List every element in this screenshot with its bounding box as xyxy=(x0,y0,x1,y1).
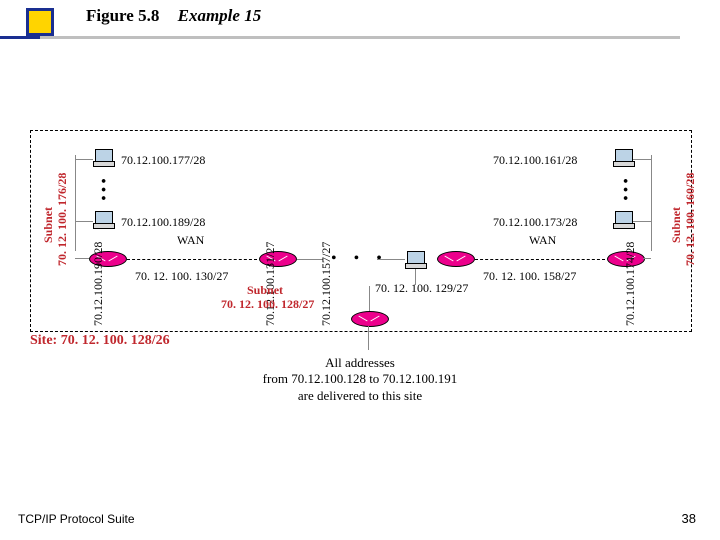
link xyxy=(75,159,93,160)
right-subnet-addr: 70. 12. 100. 160/28 xyxy=(683,173,698,266)
title-bullet-icon xyxy=(26,8,54,36)
wan-label-right: WAN xyxy=(529,233,556,248)
figure-number: Figure 5.8 xyxy=(86,6,159,25)
wan-link-right xyxy=(475,259,605,260)
router3-if-right: 70. 12. 100. 158/27 xyxy=(483,269,576,284)
wan-label-left: WAN xyxy=(177,233,204,248)
site-uplink xyxy=(368,326,369,350)
host-left-bottom: 70.12.100.189/28 xyxy=(121,215,205,230)
left-subnet-addr: 70. 12. 100. 176/28 xyxy=(55,173,70,266)
caption-line1: All addresses xyxy=(325,355,395,370)
center-subnet-addr: 70. 12. 100. 128/27 xyxy=(221,297,314,312)
left-lan-bus xyxy=(75,155,76,251)
example-number: Example 15 xyxy=(164,6,262,25)
right-subnet-name: Subnet xyxy=(669,207,684,243)
delivery-caption: All addresses from 70.12.100.128 to 70.1… xyxy=(0,355,720,404)
router2-if-left: 70. 12. 100. 130/27 xyxy=(135,269,228,284)
center-if-right: 70. 12. 100. 129/27 xyxy=(375,281,468,296)
pc-center xyxy=(405,251,425,269)
pc-right-bottom xyxy=(613,211,633,229)
link xyxy=(633,221,651,222)
pc-right-top xyxy=(613,149,633,167)
host-left-top: 70.12.100.177/28 xyxy=(121,153,205,168)
router-right-if-lan: 70.12.100.174/28 xyxy=(623,242,638,326)
link xyxy=(377,259,405,260)
link xyxy=(75,258,89,259)
title-rule-accent xyxy=(0,36,44,39)
site-prefix: Site: 70. 12. 100. 128/26 xyxy=(30,333,170,349)
link xyxy=(643,258,651,259)
slide-titlebar: Figure 5.8 Example 15 xyxy=(0,0,720,50)
link xyxy=(369,286,370,311)
link xyxy=(633,159,651,160)
center-subnet-name: Subnet xyxy=(247,283,283,298)
host-right-top: 70.12.100.161/28 xyxy=(493,153,577,168)
vdots-icon: ••• xyxy=(620,178,628,204)
router-left-if-lan: 70.12.100.190/28 xyxy=(91,242,106,326)
link xyxy=(75,221,93,222)
pc-left-top xyxy=(93,149,113,167)
left-subnet-name: Subnet xyxy=(41,207,56,243)
title-rule xyxy=(40,36,680,39)
footer-text: TCP/IP Protocol Suite xyxy=(18,512,135,526)
caption-line3: are delivered to this site xyxy=(298,388,422,403)
pc-left-bottom xyxy=(93,211,113,229)
router-center-right xyxy=(437,251,475,267)
router-site-gateway xyxy=(351,311,389,327)
slide-title: Figure 5.8 Example 15 xyxy=(86,6,261,26)
network-diagram: Subnet 70. 12. 100. 176/28 70.12.100.177… xyxy=(30,130,692,332)
host-right-bottom: 70.12.100.173/28 xyxy=(493,215,577,230)
right-lan-bus xyxy=(651,155,652,251)
caption-line2: from 70.12.100.128 to 70.12.100.191 xyxy=(263,371,458,386)
center-if-left: 70.12.100.157/27 xyxy=(319,242,334,326)
wan-link-left xyxy=(127,259,257,260)
vdots-icon: ••• xyxy=(98,178,106,204)
page-number: 38 xyxy=(682,511,696,526)
